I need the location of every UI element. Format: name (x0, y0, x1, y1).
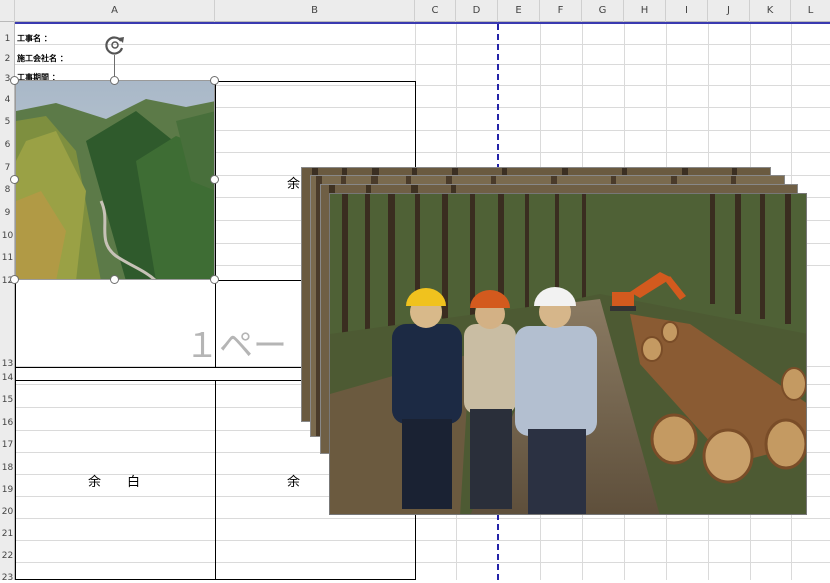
row-header-21[interactable]: 21 (0, 529, 15, 539)
yohaku-a-bottom: 余 白 (88, 475, 141, 490)
column-header-row: A B C D E F G H I J K L (0, 0, 830, 22)
column-header-e[interactable]: E (498, 0, 540, 22)
aerial-forest-photo[interactable] (15, 80, 215, 280)
resize-handle-bl[interactable] (10, 275, 19, 284)
rotation-stem (114, 55, 115, 77)
column-header-g[interactable]: G (582, 0, 624, 22)
column-header-i[interactable]: I (666, 0, 708, 22)
page-number-watermark: １ペー (185, 326, 287, 366)
select-all-corner[interactable] (0, 0, 15, 22)
yohaku-b-bottom: 余 (287, 475, 301, 490)
row-header-5[interactable]: 5 (0, 117, 15, 127)
column-header-a[interactable]: A (15, 0, 215, 22)
resize-handle-br[interactable] (210, 275, 219, 284)
resize-handle-b[interactable] (110, 275, 119, 284)
column-header-f[interactable]: F (540, 0, 582, 22)
resize-handle-r[interactable] (210, 175, 219, 184)
row-header-22[interactable]: 22 (0, 551, 15, 561)
row-header-2[interactable]: 2 (0, 54, 15, 64)
row-header-23[interactable]: 23 (0, 573, 15, 583)
project-name-label: 工事名 ： (17, 34, 52, 43)
row-header-14[interactable]: 14 (0, 373, 15, 383)
forestry-workers-photo[interactable] (329, 193, 807, 515)
row-header-11[interactable]: 11 (0, 253, 15, 263)
resize-handle-tr[interactable] (210, 76, 219, 85)
column-header-b[interactable]: B (215, 0, 415, 22)
row-header-19[interactable]: 19 (0, 485, 15, 495)
row-header-column: 1 2 3 4 5 6 7 8 9 10 11 12 13 14 15 16 1… (0, 22, 15, 583)
row-header-1[interactable]: 1 (0, 34, 15, 44)
resize-handle-tl[interactable] (10, 76, 19, 85)
row-header-9[interactable]: 9 (0, 208, 15, 218)
column-header-d[interactable]: D (456, 0, 498, 22)
row-header-4[interactable]: 4 (0, 95, 15, 105)
row-header-15[interactable]: 15 (0, 395, 15, 405)
column-header-k[interactable]: K (750, 0, 791, 22)
row-header-8[interactable]: 8 (0, 185, 15, 195)
rotate-handle-icon[interactable] (103, 33, 127, 57)
row-header-6[interactable]: 6 (0, 140, 15, 150)
row-header-7[interactable]: 7 (0, 163, 15, 173)
row-header-17[interactable]: 17 (0, 440, 15, 450)
forestry-workers-image-art (330, 194, 806, 514)
print-area-border (15, 22, 830, 24)
yohaku-b-top: 余 (287, 177, 301, 192)
column-header-c[interactable]: C (415, 0, 456, 22)
column-header-l[interactable]: L (791, 0, 830, 22)
contractor-label: 施工会社名 ： (17, 54, 68, 63)
forest-image-art (16, 81, 214, 279)
column-header-j[interactable]: J (708, 0, 750, 22)
resize-handle-l[interactable] (10, 175, 19, 184)
row-header-10[interactable]: 10 (0, 231, 15, 241)
row-header-20[interactable]: 20 (0, 507, 15, 517)
row-header-18[interactable]: 18 (0, 463, 15, 473)
row-header-13[interactable]: 13 (0, 359, 15, 369)
column-header-h[interactable]: H (624, 0, 666, 22)
workers (392, 287, 597, 514)
row-header-16[interactable]: 16 (0, 418, 15, 428)
resize-handle-t[interactable] (110, 76, 119, 85)
